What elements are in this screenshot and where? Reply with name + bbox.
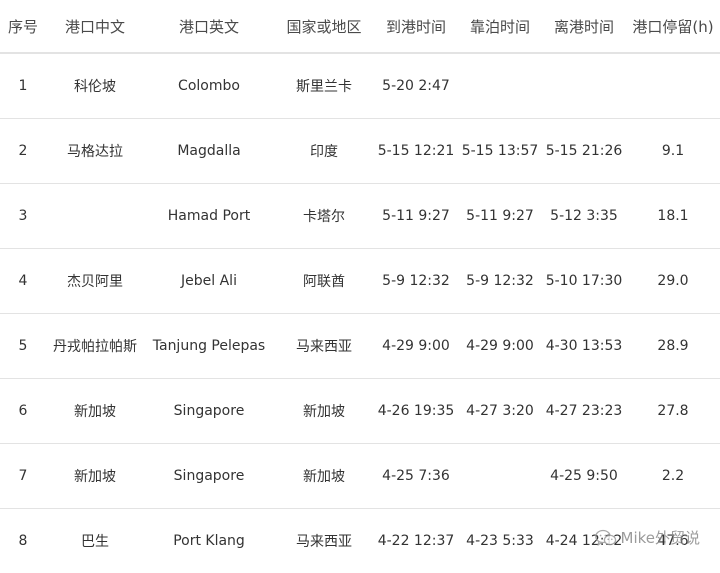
cell-port-en: Magdalla bbox=[144, 119, 274, 184]
cell-departure: 4-27 23:23 bbox=[542, 379, 626, 444]
cell-stay-hours: 18.1 bbox=[626, 184, 720, 249]
cell-departure: 5-15 21:26 bbox=[542, 119, 626, 184]
cell-country: 马来西亚 bbox=[274, 509, 374, 573]
cell-berthing: 4-27 3:20 bbox=[458, 379, 542, 444]
cell-stay-hours: 28.9 bbox=[626, 314, 720, 379]
cell-stay-hours: 9.1 bbox=[626, 119, 720, 184]
table-row: 1科伦坡Colombo斯里兰卡5-20 2:47 bbox=[0, 53, 720, 119]
cell-port-cn: 科伦坡 bbox=[46, 53, 144, 119]
cell-berthing: 4-23 5:33 bbox=[458, 509, 542, 573]
cell-index: 5 bbox=[0, 314, 46, 379]
table-body: 1科伦坡Colombo斯里兰卡5-20 2:472马格达拉Magdalla印度5… bbox=[0, 53, 720, 573]
cell-departure bbox=[542, 53, 626, 119]
watermark: Mike外贸说 bbox=[595, 527, 701, 548]
cell-index: 7 bbox=[0, 444, 46, 509]
cell-port-en: Port Klang bbox=[144, 509, 274, 573]
cell-port-en: Jebel Ali bbox=[144, 249, 274, 314]
cell-berthing bbox=[458, 53, 542, 119]
watermark-text: Mike外贸说 bbox=[621, 527, 701, 548]
cell-port-cn: 丹戎帕拉帕斯 bbox=[46, 314, 144, 379]
cell-arrival: 5-9 12:32 bbox=[374, 249, 458, 314]
port-schedule-table: 序号 港口中文 港口英文 国家或地区 到港时间 靠泊时间 离港时间 港口停留(h… bbox=[0, 0, 720, 573]
cell-berthing: 5-15 13:57 bbox=[458, 119, 542, 184]
header-country: 国家或地区 bbox=[274, 0, 374, 53]
cell-port-cn: 新加坡 bbox=[46, 444, 144, 509]
cell-departure: 4-25 9:50 bbox=[542, 444, 626, 509]
cell-berthing: 4-29 9:00 bbox=[458, 314, 542, 379]
cell-arrival: 4-29 9:00 bbox=[374, 314, 458, 379]
cell-country: 新加坡 bbox=[274, 444, 374, 509]
table-row: 2马格达拉Magdalla印度5-15 12:215-15 13:575-15 … bbox=[0, 119, 720, 184]
header-index: 序号 bbox=[0, 0, 46, 53]
cell-index: 4 bbox=[0, 249, 46, 314]
cell-departure: 5-10 17:30 bbox=[542, 249, 626, 314]
header-departure: 离港时间 bbox=[542, 0, 626, 53]
cell-country: 斯里兰卡 bbox=[274, 53, 374, 119]
cell-stay-hours bbox=[626, 53, 720, 119]
cell-country: 马来西亚 bbox=[274, 314, 374, 379]
header-berthing: 靠泊时间 bbox=[458, 0, 542, 53]
cell-port-en: Singapore bbox=[144, 379, 274, 444]
cell-country: 印度 bbox=[274, 119, 374, 184]
cell-berthing: 5-11 9:27 bbox=[458, 184, 542, 249]
cell-port-en: Singapore bbox=[144, 444, 274, 509]
table-row: 3Hamad Port卡塔尔5-11 9:275-11 9:275-12 3:3… bbox=[0, 184, 720, 249]
cell-port-en: Tanjung Pelepas bbox=[144, 314, 274, 379]
cell-port-en: Colombo bbox=[144, 53, 274, 119]
cell-arrival: 4-22 12:37 bbox=[374, 509, 458, 573]
cell-arrival: 5-11 9:27 bbox=[374, 184, 458, 249]
cell-index: 8 bbox=[0, 509, 46, 573]
cell-index: 2 bbox=[0, 119, 46, 184]
table-row: 5丹戎帕拉帕斯Tanjung Pelepas马来西亚4-29 9:004-29 … bbox=[0, 314, 720, 379]
table-row: 7新加坡Singapore新加坡4-25 7:364-25 9:502.2 bbox=[0, 444, 720, 509]
cell-stay-hours: 2.2 bbox=[626, 444, 720, 509]
cell-country: 新加坡 bbox=[274, 379, 374, 444]
cell-arrival: 4-26 19:35 bbox=[374, 379, 458, 444]
cell-arrival: 5-20 2:47 bbox=[374, 53, 458, 119]
table-header-row: 序号 港口中文 港口英文 国家或地区 到港时间 靠泊时间 离港时间 港口停留(h… bbox=[0, 0, 720, 53]
header-port-en: 港口英文 bbox=[144, 0, 274, 53]
cell-index: 1 bbox=[0, 53, 46, 119]
cell-arrival: 4-25 7:36 bbox=[374, 444, 458, 509]
header-port-cn: 港口中文 bbox=[46, 0, 144, 53]
cell-port-en: Hamad Port bbox=[144, 184, 274, 249]
cell-stay-hours: 27.8 bbox=[626, 379, 720, 444]
cell-port-cn: 新加坡 bbox=[46, 379, 144, 444]
cell-country: 阿联酋 bbox=[274, 249, 374, 314]
cell-port-cn: 杰贝阿里 bbox=[46, 249, 144, 314]
table-row: 6新加坡Singapore新加坡4-26 19:354-27 3:204-27 … bbox=[0, 379, 720, 444]
header-arrival: 到港时间 bbox=[374, 0, 458, 53]
cell-arrival: 5-15 12:21 bbox=[374, 119, 458, 184]
cell-port-cn: 巴生 bbox=[46, 509, 144, 573]
table-row: 4杰贝阿里Jebel Ali阿联酋5-9 12:325-9 12:325-10 … bbox=[0, 249, 720, 314]
cell-departure: 4-30 13:53 bbox=[542, 314, 626, 379]
cell-berthing: 5-9 12:32 bbox=[458, 249, 542, 314]
cell-port-cn: 马格达拉 bbox=[46, 119, 144, 184]
cell-index: 3 bbox=[0, 184, 46, 249]
header-stay-hours: 港口停留(h) bbox=[626, 0, 720, 53]
cell-port-cn bbox=[46, 184, 144, 249]
cell-berthing bbox=[458, 444, 542, 509]
cell-departure: 5-12 3:35 bbox=[542, 184, 626, 249]
cell-country: 卡塔尔 bbox=[274, 184, 374, 249]
cell-index: 6 bbox=[0, 379, 46, 444]
wechat-icon bbox=[595, 529, 617, 547]
cell-stay-hours: 29.0 bbox=[626, 249, 720, 314]
